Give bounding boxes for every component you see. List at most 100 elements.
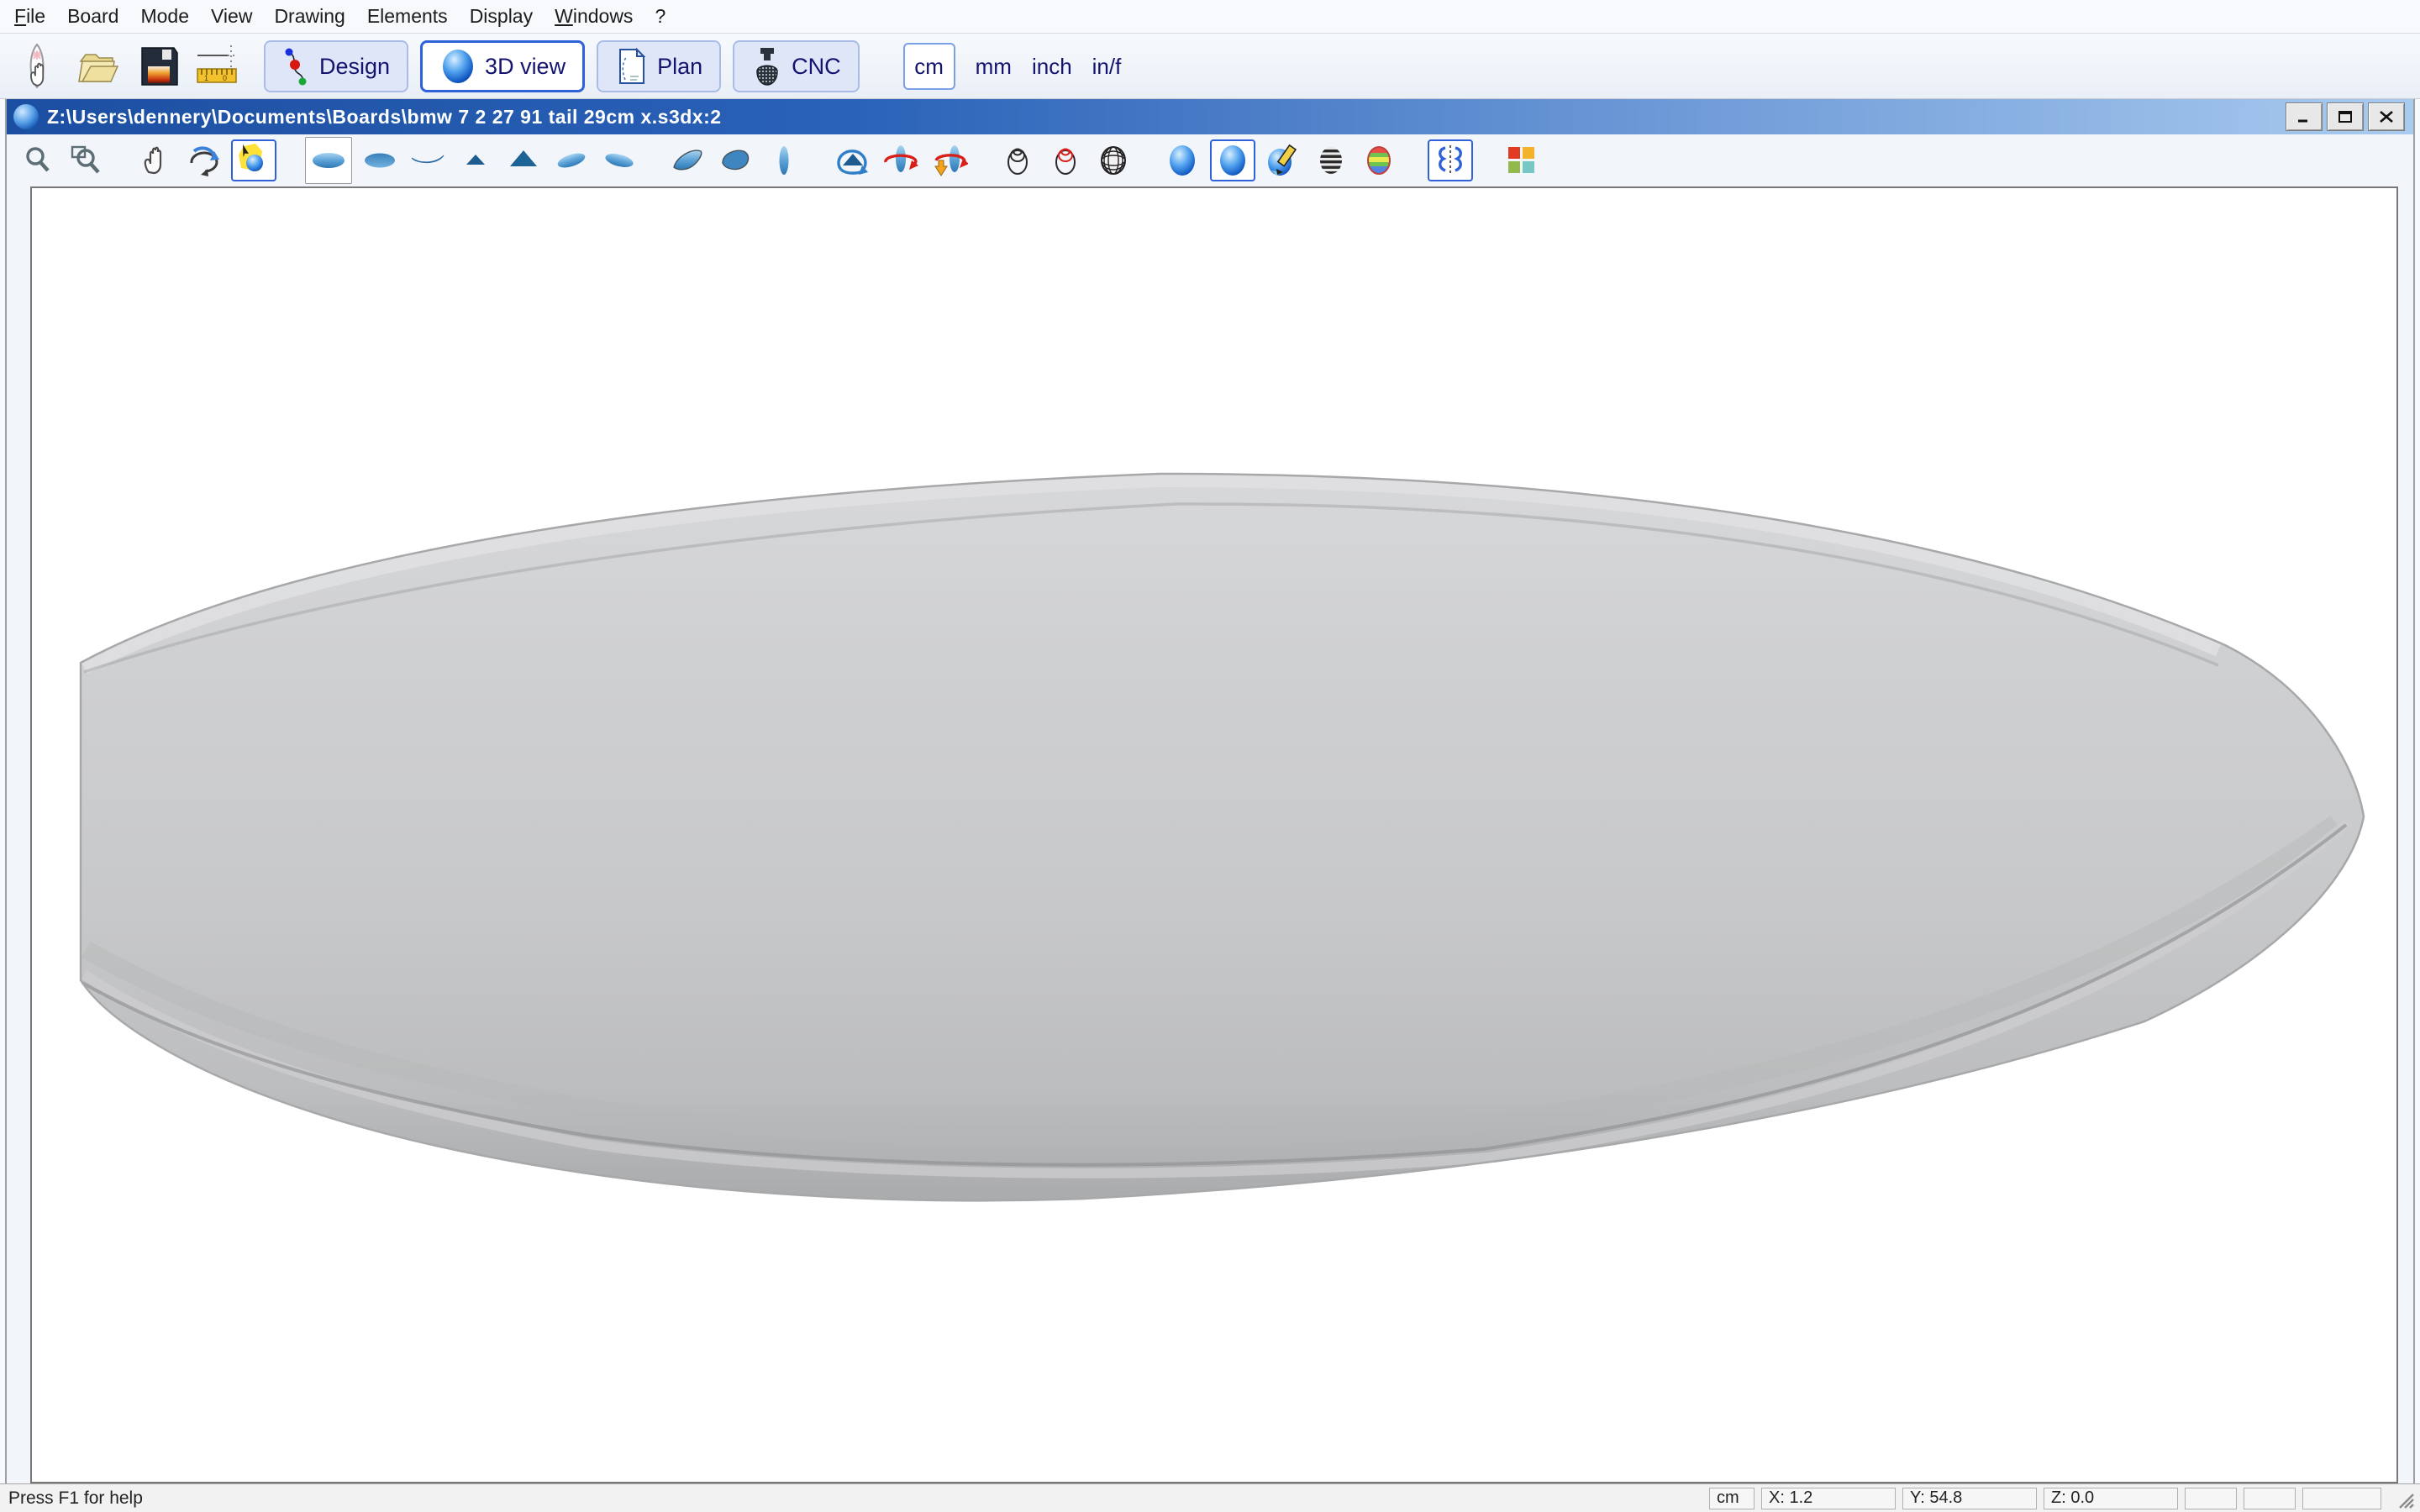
plan-mode-label: Plan [657, 54, 702, 80]
top-view-icon [310, 144, 347, 177]
symmetry-view-tool[interactable] [1428, 139, 1473, 181]
colors-palette-tool[interactable] [1502, 139, 1542, 181]
zoom-icon [22, 144, 55, 177]
menu-bar: File Board Mode View Drawing Elements Di… [0, 0, 2420, 34]
three-quarter-view-icon [670, 144, 707, 177]
close-button[interactable] [2368, 102, 2405, 131]
measurements-button[interactable]: 1 0 [192, 39, 245, 93]
wireframe-sphere-tool[interactable] [1093, 139, 1134, 181]
open-button[interactable] [71, 39, 124, 93]
front-view-small-icon [459, 144, 492, 177]
pan-tool[interactable] [135, 139, 176, 181]
rotate-axis-icon [881, 142, 920, 179]
symmetry-view-icon [1434, 143, 1467, 178]
3d-view-label: 3D view [485, 54, 566, 80]
colors-palette-icon [1505, 144, 1539, 177]
view-toolbar [7, 134, 2413, 186]
edit-shading-tool[interactable] [1263, 139, 1303, 181]
contour-rings-red-icon [1049, 143, 1082, 178]
new-board-button[interactable] [10, 39, 64, 93]
bottom-view-icon [361, 144, 398, 177]
contour-rings-red-tool[interactable] [1045, 139, 1086, 181]
perspective-left-tool[interactable] [551, 139, 592, 181]
contour-rings-icon [1001, 143, 1034, 178]
plan-mode-button[interactable]: Plan [597, 40, 721, 92]
menu-display[interactable]: Display [459, 0, 544, 34]
document-titlebar[interactable]: Z:\Users\dennery\Documents\Boards\bmw 7 … [7, 99, 2413, 134]
3d-view-mode-button[interactable]: 3D view [420, 40, 585, 92]
shaded-current-tool[interactable] [1210, 139, 1255, 181]
three-quarter-view-tool[interactable] [668, 139, 708, 181]
bottom-view-tool[interactable] [360, 139, 400, 181]
shaded-current-icon [1216, 142, 1249, 179]
menu-board[interactable]: Board [56, 0, 129, 34]
perspective-left-icon [553, 144, 590, 177]
unit-inf[interactable]: in/f [1092, 54, 1122, 80]
cnc-mode-button[interactable]: CNC [733, 40, 860, 92]
cnc-mode-label: CNC [792, 54, 841, 80]
maximize-button[interactable] [2327, 102, 2364, 131]
shaded-sphere-tool[interactable] [1162, 139, 1202, 181]
save-icon [137, 45, 179, 88]
unit-inch[interactable]: inch [1032, 54, 1072, 80]
rotate-axis-step-tool[interactable] [929, 139, 969, 181]
side-rocker-view-tool[interactable] [408, 139, 448, 181]
pan-hand-icon [139, 144, 172, 177]
rotate-view-icon [186, 143, 221, 178]
design-mode-icon [282, 46, 311, 87]
status-x-coordinate: X: 1.2 [1761, 1488, 1896, 1509]
pointer-render-tool[interactable] [231, 139, 276, 181]
menu-windows[interactable]: Windows [544, 0, 644, 34]
measurements-ruler-icon: 1 0 [194, 44, 243, 89]
rotate-axis-step-icon [929, 142, 968, 179]
unit-mm[interactable]: mm [976, 54, 1012, 80]
rotate-axis-tool[interactable] [881, 139, 921, 181]
status-unit: cm [1709, 1488, 1754, 1509]
pointer-render-icon [237, 143, 271, 178]
status-bar: Press F1 for help cm X: 1.2 Y: 54.8 Z: 0… [0, 1483, 2420, 1512]
svg-text:1: 1 [204, 74, 208, 82]
status-help-text: Press F1 for help [8, 1488, 143, 1509]
minimize-icon [2296, 110, 2312, 123]
units-selector: cm mm inch in/f [903, 43, 1122, 90]
menu-help[interactable]: ? [644, 0, 676, 34]
perspective-right-icon [601, 144, 638, 177]
side-rocker-view-icon [409, 144, 446, 177]
unit-cm[interactable]: cm [903, 43, 955, 90]
stripes-view-tool[interactable] [1311, 139, 1351, 181]
menu-view[interactable]: View [200, 0, 263, 34]
design-mode-button[interactable]: Design [264, 40, 408, 92]
outline-view-icon [767, 142, 801, 179]
minimize-button[interactable] [2286, 102, 2323, 131]
close-icon [2378, 110, 2395, 123]
resize-grip[interactable] [2393, 1488, 2415, 1509]
curvature-map-tool[interactable] [1359, 139, 1399, 181]
document-icon [13, 104, 39, 129]
zoom-tool[interactable] [18, 139, 59, 181]
menu-drawing[interactable]: Drawing [263, 0, 355, 34]
design-mode-label: Design [319, 54, 390, 80]
contour-rings-tool[interactable] [997, 139, 1038, 181]
status-empty-cell [2302, 1488, 2381, 1509]
three-quarter-bottom-view-tool[interactable] [716, 139, 756, 181]
svg-text:0: 0 [223, 74, 227, 82]
maximize-icon [2337, 110, 2354, 123]
status-empty-cell [2244, 1488, 2296, 1509]
menu-mode[interactable]: Mode [129, 0, 200, 34]
3d-viewport[interactable] [30, 186, 2398, 1483]
front-view-tool[interactable] [503, 139, 544, 181]
top-view-tool[interactable] [305, 137, 352, 184]
document-title: Z:\Users\dennery\Documents\Boards\bmw 7 … [47, 106, 722, 129]
plan-mode-icon [615, 46, 649, 87]
zoom-window-tool[interactable] [66, 139, 107, 181]
3d-view-icon [439, 46, 476, 87]
outline-view-tool[interactable] [764, 139, 804, 181]
flip-view-tool[interactable] [833, 139, 873, 181]
shaded-sphere-icon [1165, 142, 1199, 179]
perspective-right-tool[interactable] [599, 139, 639, 181]
save-button[interactable] [131, 39, 185, 93]
front-view-small-tool[interactable] [455, 139, 496, 181]
rotate-view-tool[interactable] [183, 139, 224, 181]
menu-elements[interactable]: Elements [356, 0, 459, 34]
menu-file[interactable]: File [3, 0, 56, 34]
